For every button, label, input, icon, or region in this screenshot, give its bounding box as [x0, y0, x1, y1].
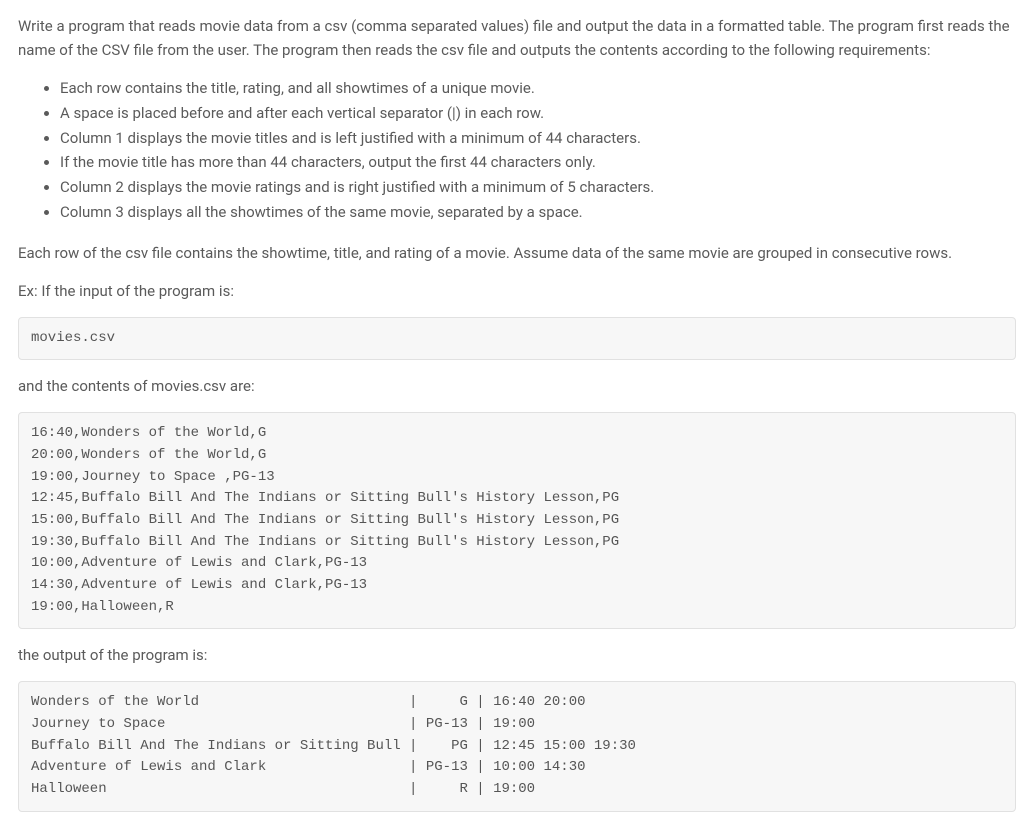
contents-label: and the contents of movies.csv are:	[18, 374, 1016, 398]
intro-paragraph: Write a program that reads movie data fr…	[18, 14, 1016, 62]
list-item: If the movie title has more than 44 char…	[60, 150, 1016, 175]
csv-note-paragraph: Each row of the csv file contains the sh…	[18, 241, 1016, 265]
csv-code-block: 16:40,Wonders of the World,G 20:00,Wonde…	[18, 412, 1016, 629]
example-input-label: Ex: If the input of the program is:	[18, 279, 1016, 303]
list-item: Column 1 displays the movie titles and i…	[60, 126, 1016, 151]
list-item: A space is placed before and after each …	[60, 101, 1016, 126]
list-item: Column 2 displays the movie ratings and …	[60, 175, 1016, 200]
output-label: the output of the program is:	[18, 643, 1016, 667]
output-code-block: Wonders of the World | G | 16:40 20:00 J…	[18, 681, 1016, 811]
requirements-list: Each row contains the title, rating, and…	[18, 76, 1016, 225]
list-item: Each row contains the title, rating, and…	[60, 76, 1016, 101]
input-code-block: movies.csv	[18, 317, 1016, 361]
list-item: Column 3 displays all the showtimes of t…	[60, 200, 1016, 225]
